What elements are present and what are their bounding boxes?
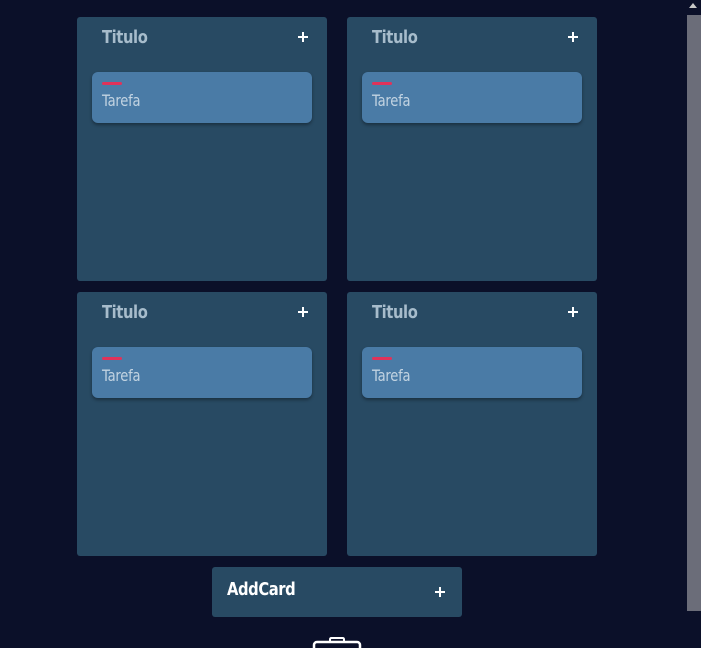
task-label: Tarefa [102, 91, 141, 110]
task-tag [372, 357, 392, 360]
column-1: Titulo Tarefa [77, 17, 327, 281]
column-header: Titulo [347, 17, 597, 61]
task-tag [102, 82, 122, 85]
task-card[interactable]: Tarefa [362, 347, 582, 398]
column-title: Titulo [102, 302, 148, 323]
add-task-button[interactable] [297, 31, 309, 43]
add-task-button[interactable] [567, 306, 579, 318]
column-3: Titulo Tarefa [77, 292, 327, 556]
column-header: Titulo [347, 292, 597, 336]
task-tag [102, 357, 122, 360]
vertical-scrollbar[interactable] [686, 0, 701, 648]
task-card[interactable]: Tarefa [92, 72, 312, 123]
task-label: Tarefa [372, 91, 411, 110]
task-card[interactable]: Tarefa [92, 347, 312, 398]
column-title: Titulo [372, 302, 418, 323]
column-title: Titulo [102, 27, 148, 48]
add-task-button[interactable] [567, 31, 579, 43]
briefcase-icon[interactable] [312, 636, 362, 648]
task-label: Tarefa [372, 366, 411, 385]
column-4: Titulo Tarefa [347, 292, 597, 556]
task-label: Tarefa [102, 366, 141, 385]
kanban-page: Titulo Tarefa Titulo Tarefa Titulo Taref… [0, 0, 701, 648]
column-header: Titulo [77, 292, 327, 336]
add-card-button[interactable]: AddCard [212, 567, 462, 617]
column-title: Titulo [372, 27, 418, 48]
add-card-plus [434, 586, 446, 598]
add-card-label: AddCard [227, 579, 296, 600]
column-header: Titulo [77, 17, 327, 61]
scrollbar-thumb[interactable] [687, 15, 701, 611]
task-tag [372, 82, 392, 85]
scroll-up-arrow-icon[interactable] [689, 3, 697, 8]
column-2: Titulo Tarefa [347, 17, 597, 281]
add-task-button[interactable] [297, 306, 309, 318]
task-card[interactable]: Tarefa [362, 72, 582, 123]
